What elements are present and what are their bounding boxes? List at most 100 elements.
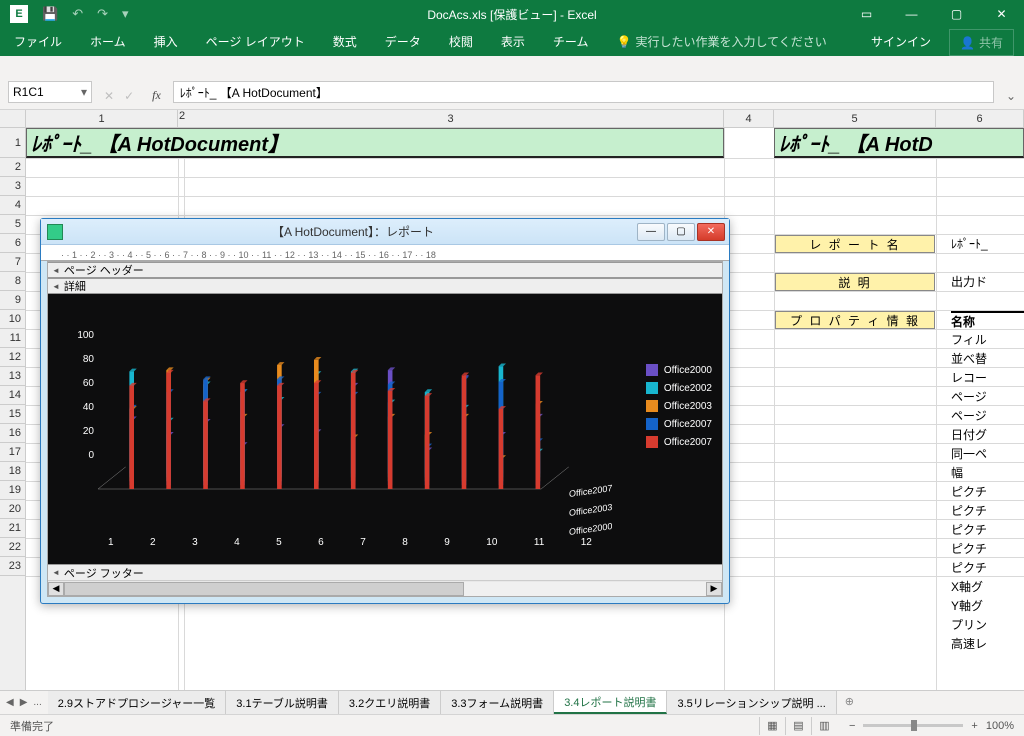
c6-r3[interactable]: ﾚﾎﾟｰﾄ_ [951,234,1024,253]
redo-icon[interactable]: ↷ [97,6,108,22]
tell-me-search[interactable]: 💡 実行したい作業を入力してください [602,27,840,56]
select-all-corner[interactable] [0,110,26,127]
qat-chevron-down-icon[interactable]: ▾ [122,6,129,22]
sheet-tab[interactable]: 3.5リレーションシップ説明 ... [667,691,836,714]
report-maximize-button[interactable]: ▢ [667,223,695,241]
tag-description[interactable]: 説 明 [775,273,935,291]
zoom-level[interactable]: 100% [986,720,1014,732]
c6-item[interactable]: 同一ペ [951,444,1024,463]
cell-title-1[interactable]: ﾚﾎﾟｰﾄ_ 【A HotDocument】 [26,128,724,158]
row-header-17[interactable]: 17 [0,443,25,462]
minimize-button[interactable]: ― [889,0,934,28]
sheet-nav-next-icon[interactable]: ▶ [20,697,28,708]
c6-item[interactable]: ピクチ [951,520,1024,539]
tab-view[interactable]: 表示 [487,27,539,56]
signin-button[interactable]: サインイン [853,27,949,56]
tab-page-layout[interactable]: ページ レイアウト [192,27,319,56]
zoom-in-icon[interactable]: + [971,720,977,732]
col-header-6[interactable]: 6 [936,110,1024,127]
tab-insert[interactable]: 挿入 [140,27,192,56]
report-preview-window[interactable]: 【A HotDocument】：レポート ― ▢ ✕ · · 1 · · 2 ·… [40,218,730,604]
tab-data[interactable]: データ [371,27,435,56]
tab-home[interactable]: ホーム [76,27,140,56]
close-button[interactable]: ✕ [979,0,1024,28]
tab-team[interactable]: チーム [539,27,603,56]
row-header-8[interactable]: 8 [0,272,25,291]
tab-review[interactable]: 校閲 [435,27,487,56]
row-header-23[interactable]: 23 [0,557,25,576]
c6-item[interactable]: X軸グ [951,577,1024,596]
enter-icon[interactable]: ✓ [124,89,134,103]
name-box-chevron-down-icon[interactable]: ▾ [81,85,87,99]
c6-item[interactable]: プリン [951,615,1024,634]
sheet-nav-dots[interactable]: ... [33,697,41,708]
maximize-button[interactable]: ▢ [934,0,979,28]
row-header-19[interactable]: 19 [0,481,25,500]
tag-report-name[interactable]: レ ポ ー ト 名 [775,235,935,253]
scroll-thumb[interactable] [64,582,464,596]
row-header-16[interactable]: 16 [0,424,25,443]
col-header-2[interactable]: 2 [179,110,185,122]
c6-item[interactable]: レコー [951,368,1024,387]
report-chart[interactable]: 100 80 60 40 20 0 Office2007 Office2003 [48,294,722,564]
sheet-nav-prev-icon[interactable]: ◀ [6,697,14,708]
row-header-21[interactable]: 21 [0,519,25,538]
undo-icon[interactable]: ↶ [72,6,83,22]
add-sheet-button[interactable]: ⊕ [837,691,862,714]
report-section-detail[interactable]: 詳細 [48,278,722,294]
scroll-left-icon[interactable]: ◀ [48,582,64,596]
c6-item[interactable]: 並べ替 [951,349,1024,368]
tab-file[interactable]: ファイル [0,27,76,56]
row-header-1[interactable]: 1 [0,128,25,158]
view-page-layout-icon[interactable]: ▤ [785,717,811,735]
c6-item[interactable]: ページ [951,387,1024,406]
row-header-14[interactable]: 14 [0,386,25,405]
row-header-3[interactable]: 3 [0,177,25,196]
row-header-9[interactable]: 9 [0,291,25,310]
zoom-control[interactable]: − + 100% [849,720,1014,732]
col-header-4[interactable]: 4 [724,110,774,127]
formula-input[interactable]: ﾚﾎﾟｰﾄ_ 【A HotDocument】 [173,81,994,103]
c6-r5[interactable]: 出力ド [951,272,1024,291]
c6-item[interactable]: ページ [951,406,1024,425]
c6-r7[interactable]: 名称 [951,311,1024,330]
row-header-12[interactable]: 12 [0,348,25,367]
view-normal-icon[interactable]: ▦ [759,717,785,735]
row-header-20[interactable]: 20 [0,500,25,519]
row-header-6[interactable]: 6 [0,234,25,253]
report-section-header[interactable]: ページ ヘッダー [48,262,722,278]
report-minimize-button[interactable]: ― [637,223,665,241]
col-header-3[interactable]: 3 [178,110,724,127]
row-header-5[interactable]: 5 [0,215,25,234]
row-header-18[interactable]: 18 [0,462,25,481]
row-header-11[interactable]: 11 [0,329,25,348]
cancel-icon[interactable]: ✕ [104,89,114,103]
cell-title-2[interactable]: ﾚﾎﾟｰﾄ_ 【A HotD [774,128,1024,158]
c6-item[interactable]: Y軸グ [951,596,1024,615]
row-header-15[interactable]: 15 [0,405,25,424]
view-page-break-icon[interactable]: ▥ [811,717,837,735]
sheet-tab[interactable]: 3.3フォーム説明書 [441,691,554,714]
fx-icon[interactable]: fx [146,88,167,103]
sheet-tab[interactable]: 3.2クエリ説明書 [339,691,441,714]
row-header-22[interactable]: 22 [0,538,25,557]
zoom-slider[interactable] [863,724,963,727]
row-header-10[interactable]: 10 [0,310,25,329]
row-header-4[interactable]: 4 [0,196,25,215]
tag-property-info[interactable]: プ ロ パ テ ィ 情 報 [775,311,935,329]
c6-item[interactable]: 日付グ [951,425,1024,444]
col-header-1[interactable]: 1 [26,110,178,127]
save-icon[interactable]: 💾 [42,6,58,22]
c6-item[interactable]: ピクチ [951,482,1024,501]
report-section-footer[interactable]: ページ フッター [48,564,722,580]
cells-area[interactable]: ﾚﾎﾟｰﾄ_ 【A HotDocument】 ﾚﾎﾟｰﾄ_ 【A HotD レ … [26,128,1024,690]
ribbon-options-icon[interactable]: ▭ [844,0,889,28]
sheet-tab-active[interactable]: 3.4レポート説明書 [554,691,667,714]
sheet-tab[interactable]: 3.1テーブル説明書 [226,691,339,714]
sheet-tab[interactable]: 2.9ストアドプロシージャー一覧 [48,691,227,714]
report-close-button[interactable]: ✕ [697,223,725,241]
sheet-nav[interactable]: ◀ ▶ ... [0,691,48,714]
formula-expand-icon[interactable]: ⌄ [1000,89,1016,103]
c6-item[interactable]: 幅 [951,463,1024,482]
c6-item[interactable]: フィル [951,330,1024,349]
